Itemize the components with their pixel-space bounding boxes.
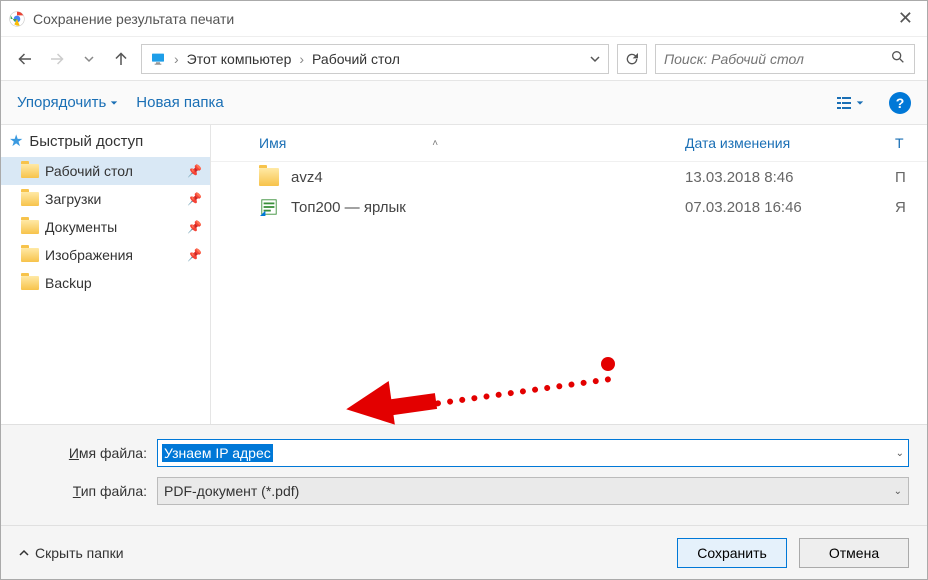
folder-icon — [21, 164, 39, 178]
search-input[interactable] — [664, 51, 890, 67]
triangle-down-icon — [856, 99, 864, 107]
back-button[interactable] — [13, 47, 37, 71]
pin-icon: 📌 — [187, 192, 202, 206]
file-row[interactable]: Топ200 — ярлык 07.03.2018 16:46 Я — [211, 192, 927, 222]
hide-folders-label: Скрыть папки — [35, 545, 124, 561]
shortcut-icon — [259, 198, 279, 216]
filetype-row: Тип файла: PDF-документ (*.pdf) ⌄ — [19, 477, 909, 505]
view-icon — [836, 95, 852, 111]
col-date-header[interactable]: Дата изменения — [685, 135, 895, 151]
sidebar-item-backup[interactable]: Backup — [1, 269, 210, 297]
sidebar-root-label: Быстрый доступ — [29, 133, 143, 150]
file-name: avz4 — [291, 169, 685, 186]
sidebar-quick-access[interactable]: ★ Быстрый доступ — [1, 125, 210, 157]
sidebar-item-label: Загрузки — [45, 191, 101, 207]
folder-icon — [21, 220, 39, 234]
search-box[interactable] — [655, 44, 915, 74]
col-type-header[interactable]: Т — [895, 135, 911, 151]
breadcrumb-desktop[interactable]: Рабочий стол — [312, 51, 400, 67]
breadcrumb-sep: › — [174, 51, 179, 67]
triangle-down-icon — [110, 99, 118, 107]
up-button[interactable] — [109, 47, 133, 71]
titlebar: Сохранение результата печати ✕ — [1, 1, 927, 37]
toolbar: Упорядочить Новая папка ? — [1, 81, 927, 125]
bottom-panel: Имя файла: Узнаем IP адрес ⌄ Тип файла: … — [1, 424, 927, 525]
refresh-button[interactable] — [617, 44, 647, 74]
folder-icon — [21, 248, 39, 262]
chrome-icon — [9, 11, 25, 27]
search-icon[interactable] — [890, 49, 906, 68]
pin-icon: 📌 — [187, 164, 202, 178]
filename-label: Имя файла: — [19, 445, 157, 461]
refresh-icon — [624, 51, 640, 67]
organize-label: Упорядочить — [17, 94, 106, 111]
sidebar-item-documents[interactable]: Документы 📌 — [1, 213, 210, 241]
recent-dropdown[interactable] — [77, 47, 101, 71]
col-name-header[interactable]: Имя ˄ — [259, 135, 685, 151]
star-icon: ★ — [9, 131, 23, 151]
organize-button[interactable]: Упорядочить — [17, 94, 118, 111]
save-dialog-window: Сохранение результата печати ✕ › Этот ко… — [0, 0, 928, 580]
body: ★ Быстрый доступ Рабочий стол 📌 Загрузки… — [1, 125, 927, 424]
window-title: Сохранение результата печати — [33, 11, 892, 27]
sidebar-item-label: Изображения — [45, 247, 133, 263]
sidebar: ★ Быстрый доступ Рабочий стол 📌 Загрузки… — [1, 125, 211, 424]
arrow-left-icon — [16, 50, 34, 68]
breadcrumb-sep: › — [299, 51, 304, 67]
file-type: Я — [895, 199, 911, 216]
file-name: Топ200 — ярлык — [291, 199, 685, 216]
chevron-up-icon — [19, 548, 29, 558]
filetype-select[interactable]: PDF-документ (*.pdf) ⌄ — [157, 477, 909, 505]
pc-icon — [150, 51, 166, 67]
chevron-down-icon — [84, 54, 94, 64]
forward-button[interactable] — [45, 47, 69, 71]
sidebar-item-desktop[interactable]: Рабочий стол 📌 — [1, 157, 210, 185]
chevron-down-icon[interactable]: ⌄ — [896, 448, 904, 459]
filetype-label: Тип файла: — [19, 483, 157, 499]
arrow-right-icon — [48, 50, 66, 68]
sidebar-item-label: Backup — [45, 275, 92, 291]
view-button[interactable] — [829, 92, 871, 114]
folder-icon — [21, 276, 39, 290]
address-bar[interactable]: › Этот компьютер › Рабочий стол — [141, 44, 609, 74]
filename-input[interactable]: Узнаем IP адрес ⌄ — [157, 439, 909, 467]
navbar: › Этот компьютер › Рабочий стол — [1, 37, 927, 81]
folder-icon — [259, 168, 279, 186]
sort-indicator: ˄ — [432, 138, 438, 149]
pin-icon: 📌 — [187, 248, 202, 262]
chevron-down-icon[interactable]: ⌄ — [894, 486, 902, 497]
chevron-down-icon — [590, 54, 600, 64]
sidebar-item-label: Документы — [45, 219, 117, 235]
arrow-up-icon — [112, 50, 130, 68]
sidebar-item-pictures[interactable]: Изображения 📌 — [1, 241, 210, 269]
list-header: Имя ˄ Дата изменения Т — [211, 125, 927, 162]
address-dropdown[interactable] — [590, 51, 600, 67]
hide-folders-button[interactable]: Скрыть папки — [19, 545, 124, 561]
sidebar-item-downloads[interactable]: Загрузки 📌 — [1, 185, 210, 213]
filename-value: Узнаем IP адрес — [162, 444, 273, 462]
save-button[interactable]: Сохранить — [677, 538, 787, 568]
file-date: 07.03.2018 16:46 — [685, 199, 895, 216]
file-type: П — [895, 169, 911, 186]
file-list: Имя ˄ Дата изменения Т avz4 13.03.2018 8… — [211, 125, 927, 424]
filetype-value: PDF-документ (*.pdf) — [164, 483, 299, 499]
help-button[interactable]: ? — [889, 92, 911, 114]
breadcrumb-pc[interactable]: Этот компьютер — [187, 51, 292, 67]
filename-row: Имя файла: Узнаем IP адрес ⌄ — [19, 439, 909, 467]
pin-icon: 📌 — [187, 220, 202, 234]
file-date: 13.03.2018 8:46 — [685, 169, 895, 186]
file-row[interactable]: avz4 13.03.2018 8:46 П — [211, 162, 927, 192]
close-button[interactable]: ✕ — [892, 8, 919, 29]
new-folder-button[interactable]: Новая папка — [136, 94, 223, 111]
cancel-button[interactable]: Отмена — [799, 538, 909, 568]
folder-icon — [21, 192, 39, 206]
sidebar-item-label: Рабочий стол — [45, 163, 133, 179]
footer: Скрыть папки Сохранить Отмена — [1, 525, 927, 579]
